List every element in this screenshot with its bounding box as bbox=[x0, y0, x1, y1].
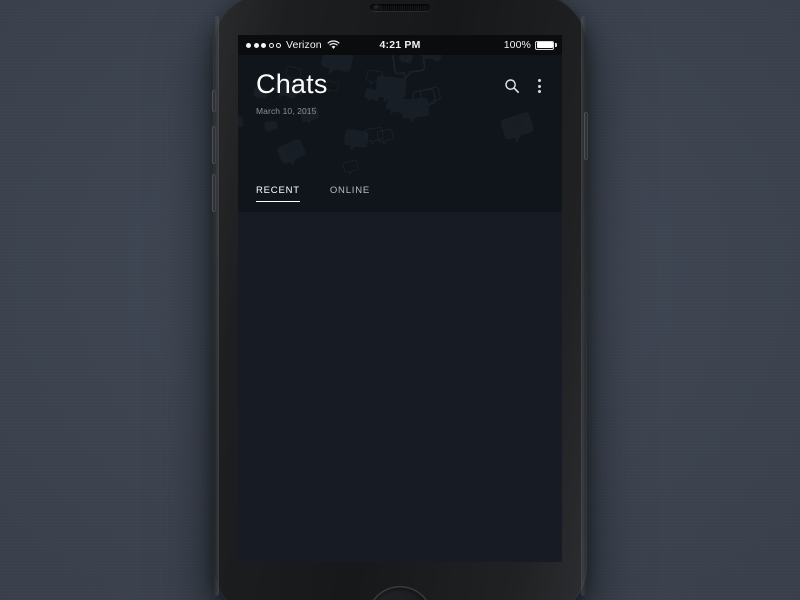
page-subtitle: March 10, 2015 bbox=[256, 106, 317, 116]
tab-recent[interactable]: RECENT bbox=[256, 185, 300, 202]
status-bar-right: 100% bbox=[421, 39, 554, 51]
page-title: Chats bbox=[256, 69, 328, 99]
status-bar: Verizon 4:21 PM 100% bbox=[238, 35, 562, 55]
battery-full-icon bbox=[535, 41, 554, 50]
tab-online[interactable]: ONLINE bbox=[330, 185, 370, 202]
battery-percent-label: 100% bbox=[503, 39, 531, 51]
power-button[interactable] bbox=[584, 112, 588, 160]
app-header: Chats March 10, 2015 RECENT ONLINE bbox=[238, 55, 562, 212]
mute-switch[interactable] bbox=[212, 90, 216, 112]
phone-frame-right-edge bbox=[581, 16, 586, 596]
tab-bar: RECENT ONLINE bbox=[256, 185, 370, 202]
wifi-icon bbox=[327, 40, 340, 49]
volume-up-button[interactable] bbox=[212, 126, 216, 164]
header-actions bbox=[504, 71, 544, 95]
front-camera-icon bbox=[374, 5, 380, 11]
header-content: Chats March 10, 2015 bbox=[238, 55, 562, 116]
phone-device: Verizon 4:21 PM 100% Chats March 10, 201… bbox=[212, 0, 588, 600]
signal-strength-icon bbox=[246, 42, 281, 48]
title-row: Chats bbox=[256, 71, 544, 98]
status-bar-left: Verizon bbox=[246, 39, 379, 51]
volume-down-button[interactable] bbox=[212, 174, 216, 212]
search-icon[interactable] bbox=[504, 78, 520, 94]
clock-label: 4:21 PM bbox=[379, 39, 421, 51]
carrier-label: Verizon bbox=[286, 39, 322, 51]
home-button[interactable] bbox=[367, 586, 433, 600]
chat-list[interactable] bbox=[238, 212, 562, 562]
overflow-menu-icon[interactable] bbox=[535, 77, 544, 95]
phone-screen: Verizon 4:21 PM 100% Chats March 10, 201… bbox=[238, 35, 562, 562]
status-bar-center: 4:21 PM bbox=[379, 39, 420, 51]
